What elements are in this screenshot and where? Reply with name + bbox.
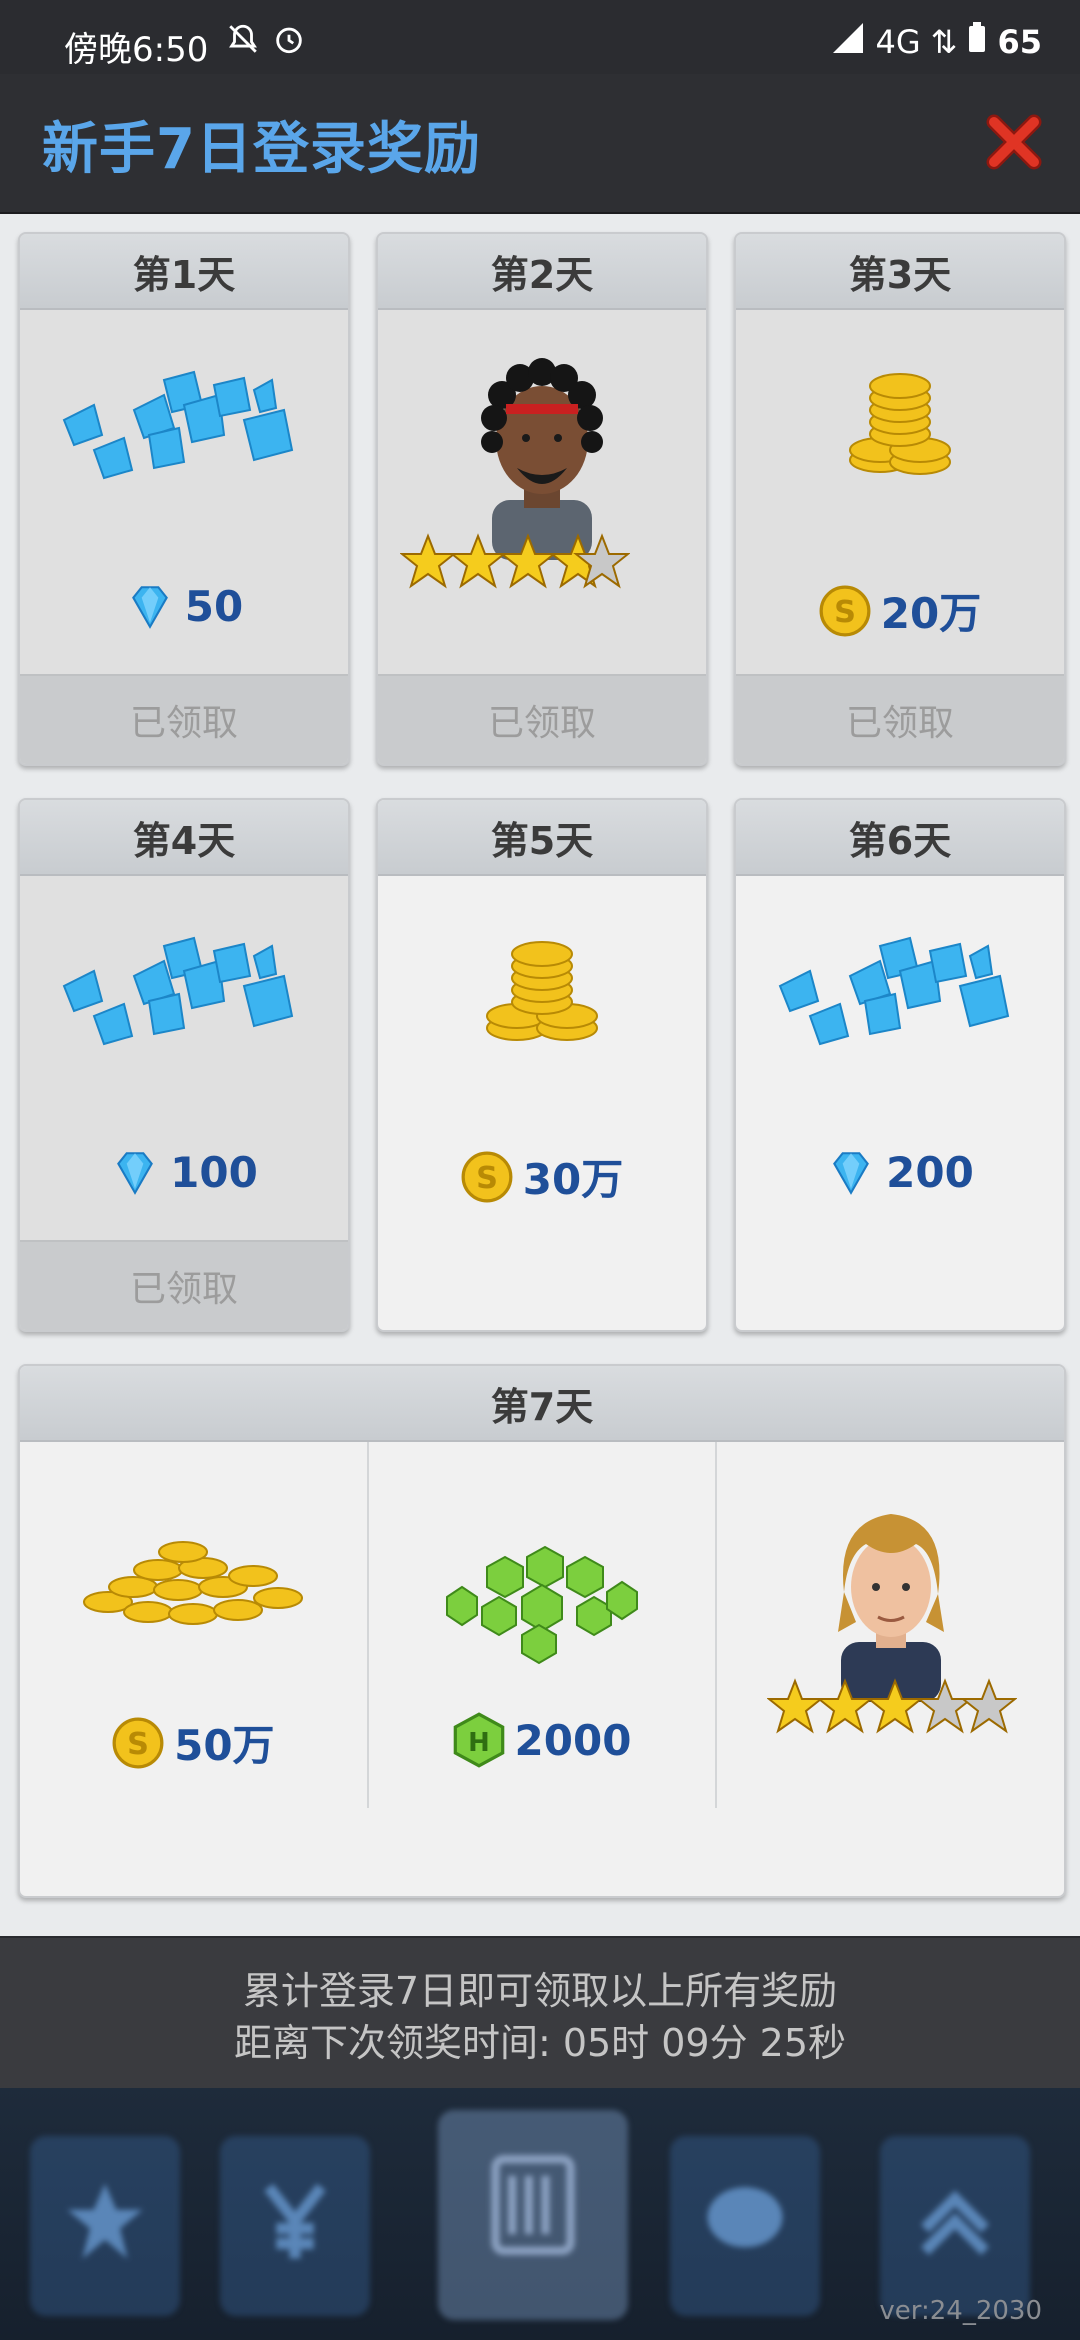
amount-text: 50 [184,581,244,631]
reward-amount: 50 [20,580,348,632]
coin-stack-icon [849,373,951,475]
claim-status: 已领取 [736,674,1064,764]
data-arrows-icon: ⇅ [930,23,958,61]
diamonds-icon [778,936,1010,1046]
claim-status: 已领取 [20,674,348,764]
reward-card-day4[interactable]: 第4天 100 已领取 [18,798,350,1332]
status-time: 傍晚6:50 [64,30,209,70]
card-day-label: 第1天 [20,234,348,310]
star-rating [400,533,630,589]
claim-status: 已领取 [20,1240,348,1330]
roster-icon [491,2155,575,2255]
coin-pile-icon [83,1541,304,1625]
nav-chat-button [670,2136,820,2316]
network-label: 4G [875,23,921,61]
reward-card-day7[interactable]: 第7天 S 50万 H 2000 [18,1364,1066,1898]
diamond-icon [131,586,168,629]
chevron-up-icon [921,2190,989,2255]
battery-level: 65 [997,23,1042,61]
coin-icon: S [819,585,871,636]
info-bar: 累计登录7日即可领取以上所有奖励 距离下次领奖时间: 05时 09分 25秒 [0,1938,1080,2088]
hex-tokens-icon [446,1545,638,1665]
countdown-text: 距离下次领奖时间: 05时 09分 25秒 [233,2021,847,2065]
close-icon [986,114,1042,170]
card-day-label: 第2天 [378,234,706,310]
svg-text:S: S [127,1726,149,1761]
reward-card-day1[interactable]: 第1天 50 已领取 [18,232,350,766]
yen-icon [264,2183,326,2259]
reward-amount: S 30万 [378,1146,706,1207]
signal-icon [830,23,866,61]
status-right: 4G ⇅ 65 [830,22,1042,62]
diamond-icon [117,1152,154,1195]
svg-text:S: S [834,594,856,629]
amount-text: 30万 [522,1155,624,1204]
reward-amount: S 50万 [20,1712,367,1773]
card-day-label: 第4天 [20,800,348,876]
reward-amount: S 20万 [736,580,1064,641]
dialog-header: 新手7日登录奖励 [0,74,1080,216]
amount-text: 2000 [514,1715,632,1765]
alarm-icon [272,22,306,64]
nav-shop-button [220,2136,370,2316]
day7-player-cell [717,1442,1064,1808]
reward-card-day3[interactable]: 第3天 S 20万 已领取 [734,232,1066,766]
nav-center-button [438,2110,628,2320]
nav-up-button [880,2136,1030,2316]
reward-amount: H 2000 [369,1712,716,1768]
nav-star-button [30,2136,180,2316]
diamond-icon [833,1152,870,1195]
diamonds-icon [62,370,294,480]
page-title: 新手7日登录奖励 [42,117,481,182]
chat-icon [707,2187,783,2248]
amount-text: 50万 [174,1721,275,1770]
day7-coins-cell: S 50万 [20,1442,369,1808]
reward-amount: 200 [736,1146,1064,1198]
status-bar: 傍晚6:50 4G ⇅ 65 [0,0,1080,74]
svg-text:S: S [476,1160,498,1195]
svg-text:H: H [468,1728,490,1758]
card-day-label: 第6天 [736,800,1064,876]
amount-text: 100 [170,1147,258,1197]
amount-text: 200 [886,1147,974,1197]
card-day-label: 第7天 [20,1366,1064,1442]
diamonds-icon [62,936,294,1046]
reward-amount: 100 [20,1146,348,1198]
coin-stack-icon [486,941,598,1041]
claim-status: 已领取 [378,674,706,764]
hex-token-icon: H [453,1712,504,1768]
bottom-nav: ver:24_2030 [0,2088,1080,2340]
battery-icon [967,22,987,62]
reward-card-day6[interactable]: 第6天 200 [734,798,1066,1332]
card-day-label: 第3天 [736,234,1064,310]
info-text: 累计登录7日即可领取以上所有奖励 [242,1969,838,2013]
reward-card-day2[interactable]: 第2天 已领取 [376,232,708,766]
amount-text: 20万 [880,589,982,638]
mute-icon [226,22,260,64]
reward-card-day5[interactable]: 第5天 S 30万 [376,798,708,1332]
coin-icon: S [461,1151,513,1202]
star-rating [767,1678,1018,1734]
close-button[interactable] [978,106,1050,178]
version-label: ver:24_2030 [879,2296,1042,2326]
player-avatar-icon [481,358,603,560]
star-icon [67,2183,143,2259]
player-avatar-icon [837,1514,944,1702]
card-day-label: 第5天 [378,800,706,876]
day7-tokens-cell: H 2000 [369,1442,718,1808]
rewards-panel: 第1天 50 已领取 第2天 已领取 第3天 S 20万 已领取 第4天 100… [0,214,1080,1936]
coin-icon: S [112,1717,164,1768]
